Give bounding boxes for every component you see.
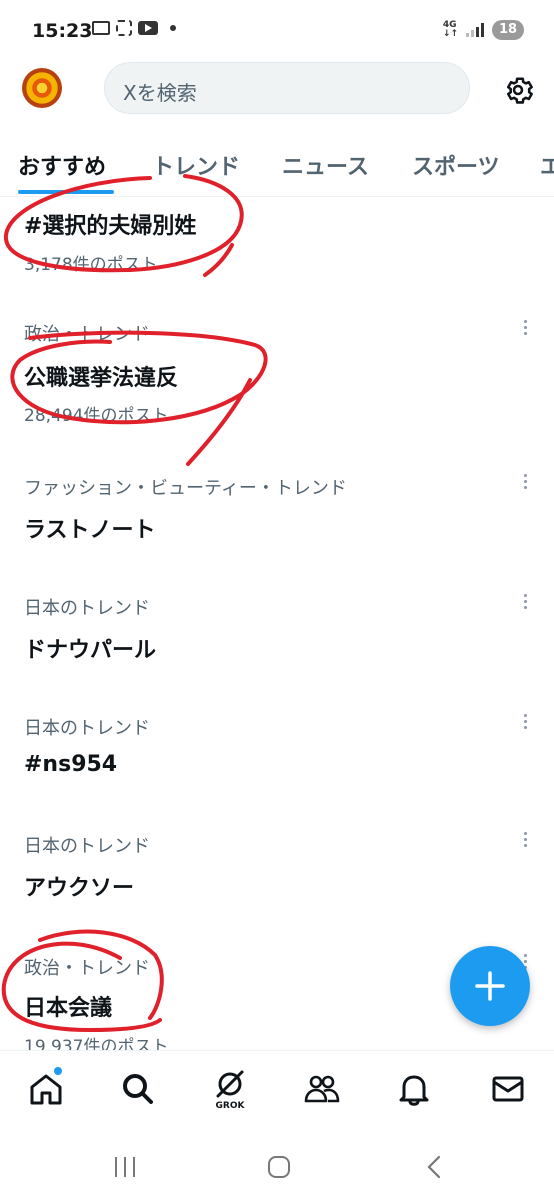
status-system-icons: 4G ↓↑ 18 xyxy=(443,20,524,40)
network-label: 4G ↓↑ xyxy=(443,21,458,39)
data-arrows-icon: ↓↑ xyxy=(442,29,458,39)
more-options-icon[interactable] xyxy=(520,594,530,614)
trend-title: ラストノート xyxy=(24,518,156,543)
trend-post-count: 19,937件のポスト xyxy=(24,1037,169,1050)
trend-title: 公職選挙法違反 xyxy=(24,366,179,391)
home-icon[interactable] xyxy=(26,1069,66,1109)
search-icon[interactable] xyxy=(118,1069,158,1109)
gear-icon[interactable] xyxy=(500,72,536,108)
trend-post-count: 28,494件のポスト xyxy=(24,406,169,426)
grok-logo-icon xyxy=(216,1070,244,1098)
trend-title: ドナウパール xyxy=(24,638,157,663)
system-navigation-bar xyxy=(0,1130,554,1200)
trend-category: 日本のトレンド xyxy=(24,836,150,857)
scan-icon xyxy=(116,20,132,36)
status-notification-icons xyxy=(92,20,176,36)
tab-recommended[interactable]: おすすめ xyxy=(18,149,106,181)
trend-category: ファッション・ビューティー・トレンド xyxy=(24,478,347,499)
search-input[interactable]: Xを検索 xyxy=(104,62,470,114)
trend-title: #選択的夫婦別姓 xyxy=(24,214,197,239)
trend-item[interactable]: 日本のトレンド #ns954 xyxy=(0,700,554,800)
compose-button[interactable] xyxy=(450,946,530,1026)
more-options-icon[interactable] xyxy=(520,832,530,852)
status-bar: 15:23 4G ↓↑ 18 xyxy=(0,0,554,60)
signal-icon xyxy=(466,23,484,37)
trend-title: 日本会議 xyxy=(24,996,113,1021)
bottom-navigation: GROK xyxy=(0,1050,554,1130)
communities-icon[interactable] xyxy=(302,1069,342,1109)
status-time: 15:23 xyxy=(32,20,93,42)
avatar[interactable] xyxy=(22,68,62,108)
trend-item[interactable]: 日本のトレンド アウクソー xyxy=(0,818,554,918)
grok-icon[interactable]: GROK xyxy=(210,1069,250,1111)
tab-entertainment[interactable]: エ xyxy=(540,149,554,181)
trend-item[interactable]: 日本のトレンド ドナウパール xyxy=(0,580,554,680)
more-options-icon[interactable] xyxy=(520,474,530,494)
mail-icon xyxy=(92,21,110,35)
tab-bar: おすすめ トレンド ニュース スポーツ エ xyxy=(0,135,554,197)
trend-post-count: 3,178件のポスト xyxy=(24,255,158,275)
trend-item[interactable]: #選択的夫婦別姓 3,178件のポスト xyxy=(0,198,554,288)
more-options-icon[interactable] xyxy=(520,320,530,340)
tab-sports[interactable]: スポーツ xyxy=(412,149,500,181)
back-icon[interactable] xyxy=(420,1152,450,1182)
recent-apps-icon[interactable] xyxy=(110,1152,140,1182)
tab-news[interactable]: ニュース xyxy=(282,149,369,181)
bell-icon[interactable] xyxy=(394,1069,434,1109)
home-unread-dot xyxy=(54,1067,62,1075)
plus-icon xyxy=(475,971,505,1001)
trend-category: 日本のトレンド xyxy=(24,598,150,619)
trend-item[interactable]: 政治・トレンド 公職選挙法違反 28,494件のポスト xyxy=(0,306,554,436)
grok-label: GROK xyxy=(215,1101,245,1111)
home-button-icon[interactable] xyxy=(264,1152,294,1182)
trend-title: #ns954 xyxy=(24,752,118,777)
search-placeholder: Xを検索 xyxy=(123,81,197,105)
top-header: Xを検索 xyxy=(0,60,554,120)
trend-category: 政治・トレンド xyxy=(24,324,150,345)
battery-icon: 18 xyxy=(492,20,524,40)
more-options-icon[interactable] xyxy=(520,714,530,734)
notification-dot-icon xyxy=(170,25,176,31)
trend-category: 政治・トレンド xyxy=(24,958,150,979)
trend-category: 日本のトレンド xyxy=(24,718,150,739)
mail-icon[interactable] xyxy=(488,1069,528,1109)
trend-title: アウクソー xyxy=(24,876,135,901)
tab-trends[interactable]: トレンド xyxy=(152,149,240,181)
active-tab-indicator xyxy=(18,190,114,194)
youtube-icon xyxy=(138,21,158,35)
trend-item[interactable]: ファッション・ビューティー・トレンド ラストノート xyxy=(0,458,554,558)
